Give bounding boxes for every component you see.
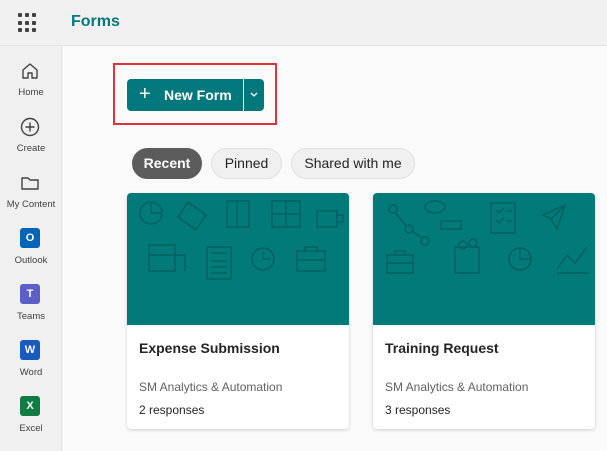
rail-item-create[interactable]: Create: [0, 108, 62, 160]
chevron-down-icon: [250, 92, 258, 97]
card-title: Expense Submission: [139, 340, 280, 356]
card-owner: SM Analytics & Automation: [385, 380, 529, 394]
rail-item-label: Create: [16, 143, 46, 154]
rail-item-excel[interactable]: X Excel: [0, 388, 62, 440]
banner-pattern-icon: [139, 200, 344, 280]
rail-item-my-content[interactable]: My Content: [0, 164, 62, 216]
card-title: Training Request: [385, 340, 499, 356]
card-owner: SM Analytics & Automation: [139, 380, 283, 394]
plus-icon: +: [139, 83, 151, 105]
rail-item-home[interactable]: Home: [0, 52, 62, 104]
top-bar: Forms: [0, 0, 607, 46]
teams-icon: T: [20, 284, 40, 304]
rail-item-label: Outlook: [14, 255, 48, 266]
home-icon: [22, 63, 38, 79]
form-card-training-request[interactable]: Training Request SM Analytics & Automati…: [373, 193, 595, 429]
card-banner: [373, 193, 595, 325]
rail-item-label: Excel: [19, 423, 43, 434]
left-rail: Home Create My Content O Outlook T Teams…: [0, 46, 62, 451]
card-banner: [127, 193, 349, 325]
filter-recent[interactable]: Recent: [132, 148, 202, 179]
rail-item-label: Word: [19, 367, 43, 378]
new-form-button[interactable]: + New Form: [127, 79, 243, 111]
rail-item-label: Home: [18, 87, 44, 98]
rail-item-label: Teams: [17, 311, 45, 322]
word-icon: W: [20, 340, 40, 360]
card-responses: 3 responses: [385, 403, 451, 417]
new-form-dropdown-button[interactable]: [244, 79, 264, 111]
excel-icon: X: [20, 396, 40, 416]
filter-shared-with-me[interactable]: Shared with me: [291, 148, 415, 179]
rail-item-word[interactable]: W Word: [0, 332, 62, 384]
rail-item-label: My Content: [6, 199, 56, 210]
app-title[interactable]: Forms: [71, 13, 120, 31]
rail-item-outlook[interactable]: O Outlook: [0, 220, 62, 272]
card-responses: 2 responses: [139, 403, 205, 417]
rail-item-teams[interactable]: T Teams: [0, 276, 62, 328]
app-launcher-icon[interactable]: [18, 13, 38, 33]
filter-pinned[interactable]: Pinned: [211, 148, 282, 179]
form-card-expense-submission[interactable]: Expense Submission SM Analytics & Automa…: [127, 193, 349, 429]
banner-pattern-icon: [386, 200, 589, 274]
new-form-label: New Form: [164, 87, 232, 103]
folder-icon: [21, 177, 39, 190]
plus-circle-icon: [20, 117, 40, 137]
outlook-icon: O: [20, 228, 40, 248]
